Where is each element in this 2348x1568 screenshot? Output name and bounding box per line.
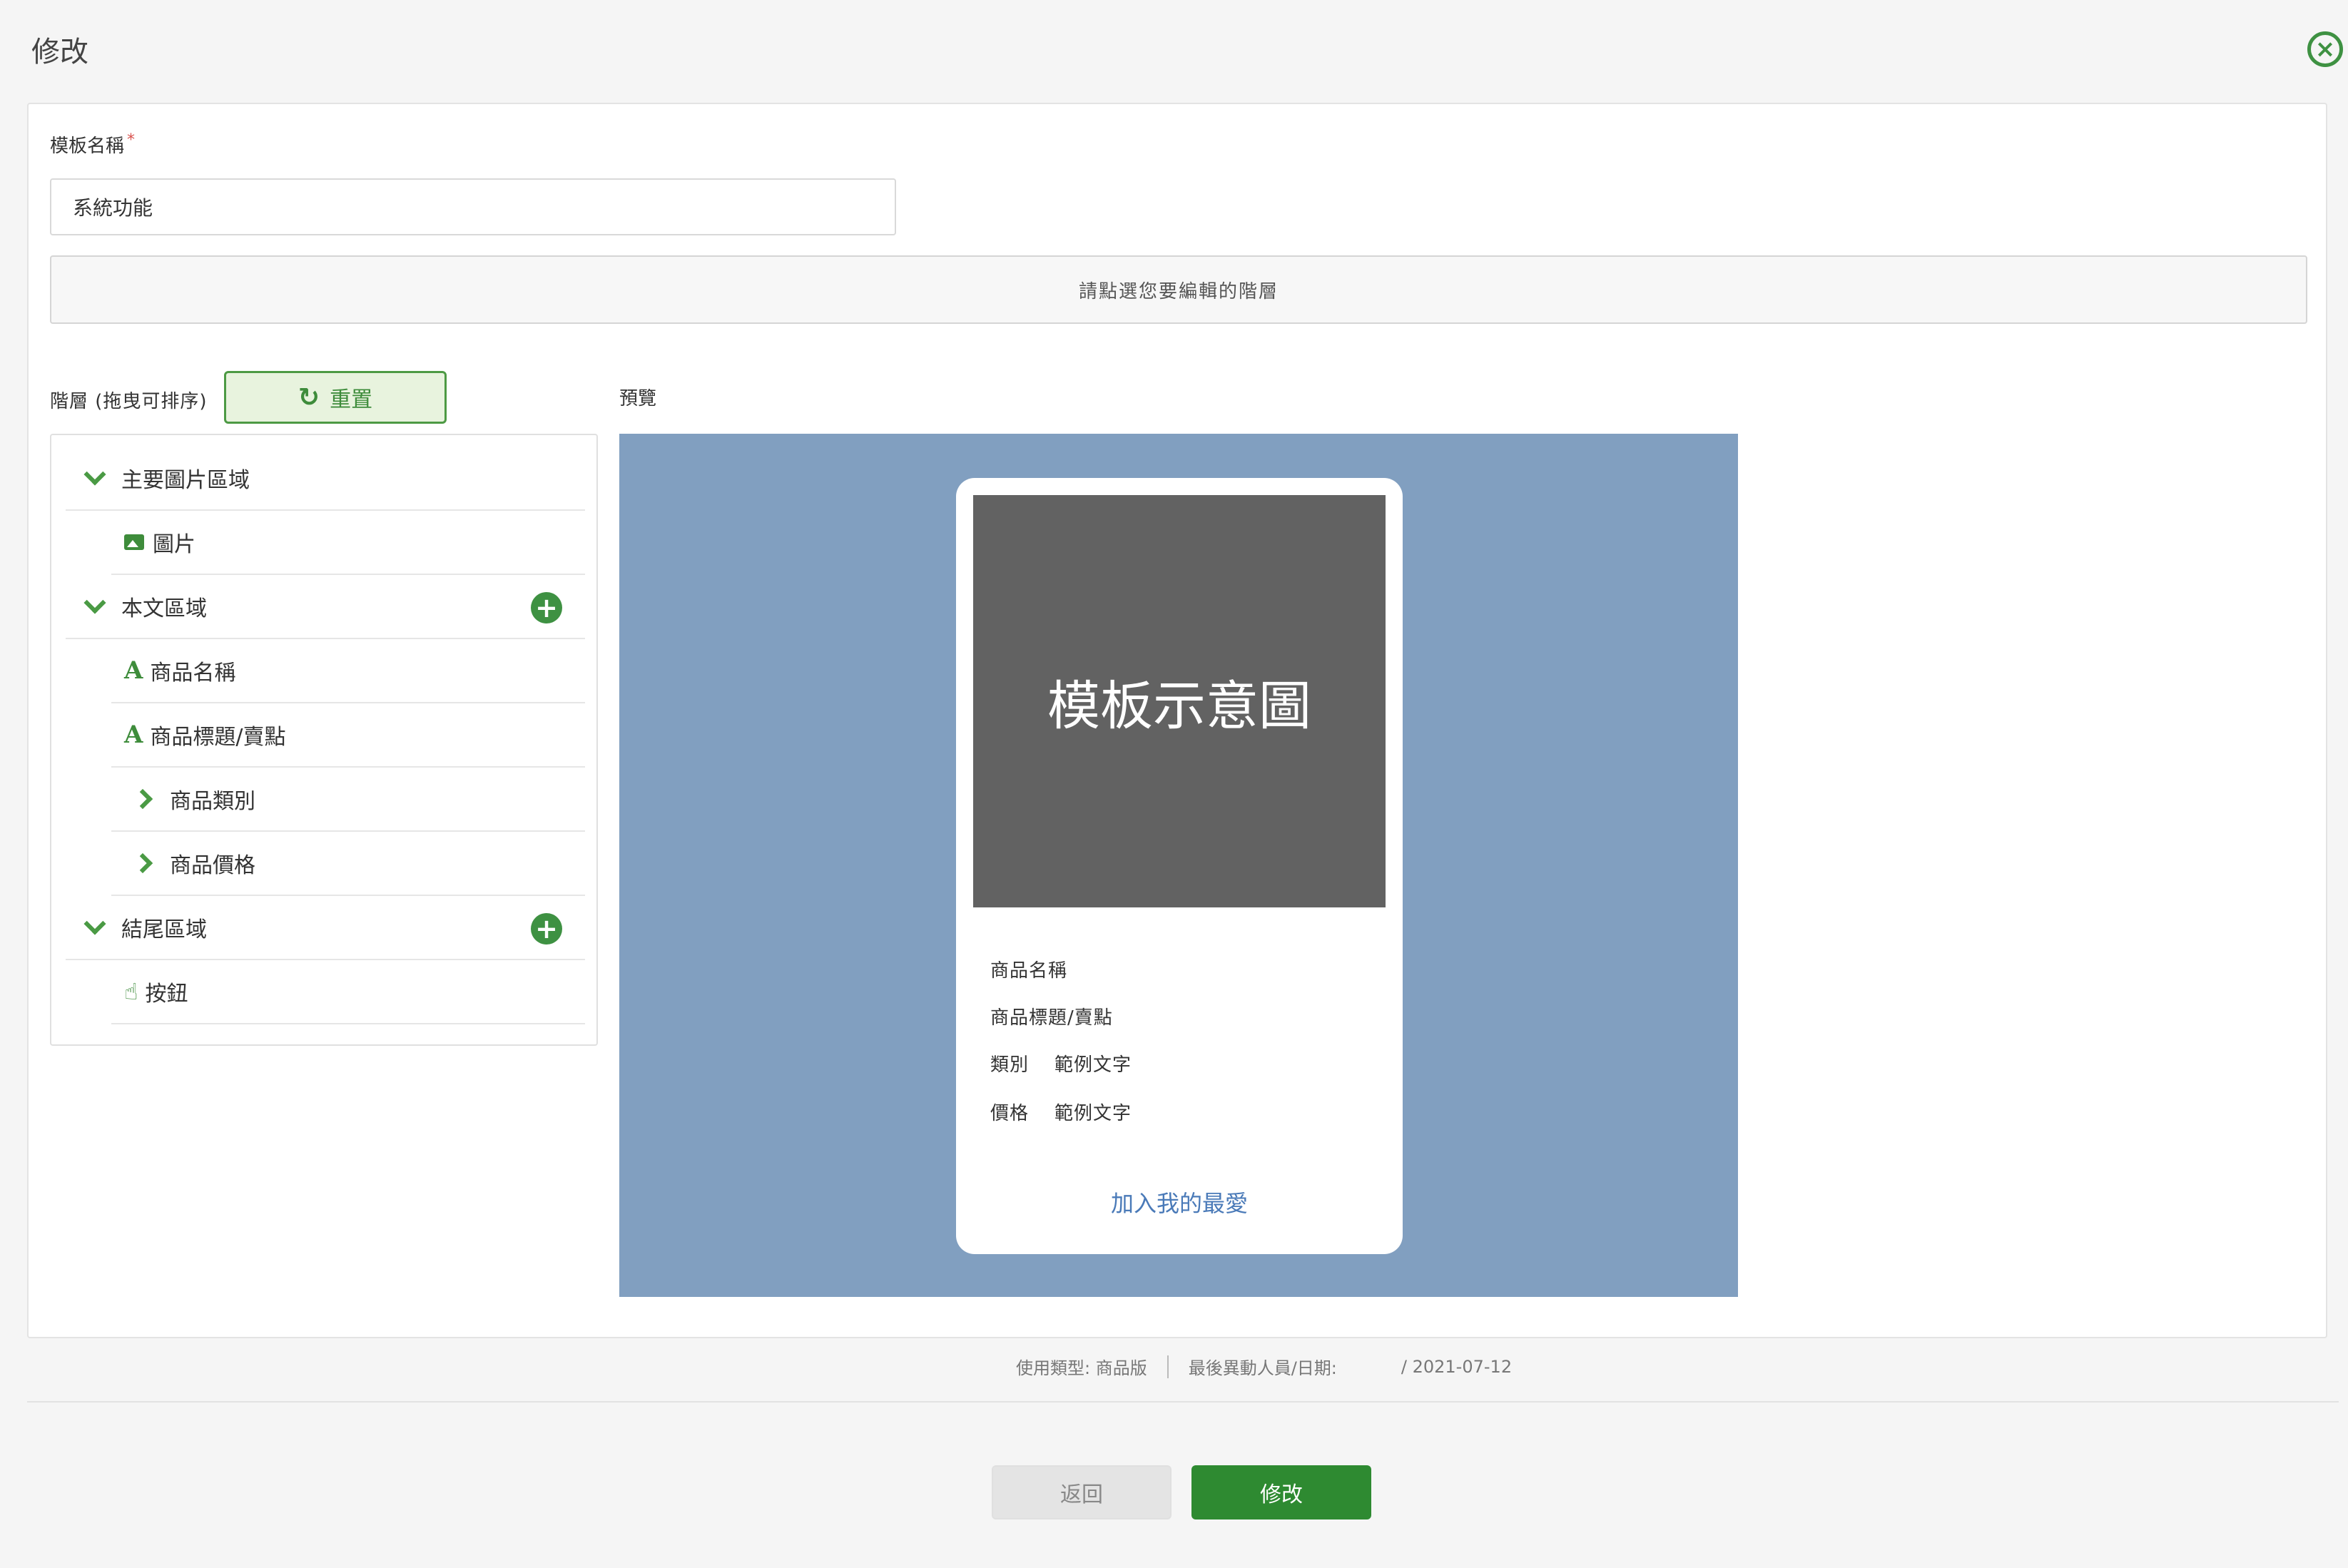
refresh-icon: ↻ (298, 382, 320, 412)
preview-area: 模板示意圖 商品名稱 商品標題/賣點 類別 範例文字 價格 範例文字 加入我的最愛 (619, 434, 1738, 1297)
add-icon[interactable]: + (531, 913, 562, 945)
add-to-favorites-link[interactable]: 加入我的最愛 (956, 1186, 1403, 1218)
tree-item-product-name[interactable]: A 商品名稱 (111, 639, 585, 703)
preview-product-name: 商品名稱 (990, 960, 1068, 982)
template-name-label: 模板名稱 * (50, 131, 136, 157)
chevron-down-icon[interactable] (83, 591, 106, 614)
last-modified-value: / 2021-07-12 (1401, 1356, 1513, 1377)
tree-item-product-category[interactable]: 商品類別 (111, 768, 585, 832)
tree-item-label: 按鈕 (145, 982, 188, 1007)
chevron-down-icon[interactable] (83, 912, 106, 935)
usage-type: 使用類型: 商品版 (1016, 1358, 1147, 1378)
tree-item-label: 商品標題/賣點 (150, 725, 286, 750)
tree-item-label: 本文區域 (121, 596, 207, 621)
submit-button[interactable]: 修改 (1191, 1465, 1371, 1519)
tree-item-label: 商品名稱 (150, 661, 236, 686)
preview-price: 價格 範例文字 (990, 1103, 1132, 1124)
tree-item-product-title[interactable]: A 商品標題/賣點 (111, 703, 585, 768)
tree-item-button[interactable]: ☝ 按鈕 (111, 960, 585, 1024)
tree-item-label: 結尾區域 (121, 917, 207, 942)
tree-item-label: 商品類別 (170, 789, 255, 814)
tree-item-label: 商品價格 (170, 853, 255, 878)
required-mark: * (127, 131, 136, 149)
hand-pointer-icon: ☝ (124, 978, 138, 1005)
edit-card: 模板名稱* 請點選您要編輯的階層 階層 (拖曳可排序) ↻ 重置 主要圖片區域 … (27, 103, 2327, 1338)
preview-product-title: 商品標題/賣點 (990, 1007, 1113, 1029)
add-icon[interactable]: + (531, 592, 562, 623)
layer-hint-bar: 請點選您要編輯的階層 (50, 255, 2307, 324)
modal-title: 修改 (31, 36, 88, 68)
reset-button[interactable]: ↻ 重置 (224, 371, 447, 424)
last-modified-label: 最後異動人員/日期: (1188, 1358, 1337, 1378)
meta-separator (1167, 1355, 1169, 1378)
text-icon: A (124, 721, 143, 749)
edit-template-page: 修改 × 模板名稱* 請點選您要編輯的階層 階層 (拖曳可排序) ↻ 重置 主要… (0, 0, 2348, 1568)
preview-label: 預覽 (619, 388, 657, 409)
tree-item-footer-area[interactable]: 結尾區域 + (66, 896, 585, 960)
tree-item-product-price[interactable]: 商品價格 (111, 832, 585, 896)
image-icon (124, 534, 144, 550)
footer-divider (27, 1401, 2339, 1402)
preview-category: 類別 範例文字 (990, 1054, 1132, 1076)
chevron-right-icon[interactable] (132, 788, 153, 810)
preview-card: 模板示意圖 商品名稱 商品標題/賣點 類別 範例文字 價格 範例文字 加入我的最愛 (956, 478, 1403, 1254)
layer-tree: 主要圖片區域 圖片 本文區域 + A 商品名稱 A 商品標題/賣點 商品類別 商… (50, 434, 598, 1046)
tree-item-main-image-area[interactable]: 主要圖片區域 (66, 447, 585, 511)
layer-label: 階層 (拖曳可排序) (50, 391, 208, 412)
chevron-down-icon[interactable] (83, 463, 106, 486)
template-name-input[interactable] (50, 178, 896, 235)
close-icon[interactable]: × (2307, 31, 2343, 67)
tree-item-image[interactable]: 圖片 (111, 511, 585, 575)
reset-button-label: 重置 (330, 387, 373, 412)
meta-info: 使用類型: 商品版 最後異動人員/日期: / 2021-07-12 (1016, 1354, 1512, 1379)
text-icon: A (124, 656, 143, 685)
preview-image-placeholder: 模板示意圖 (973, 495, 1386, 907)
tree-item-label: 圖片 (153, 532, 195, 557)
back-button[interactable]: 返回 (992, 1465, 1172, 1519)
tree-item-label: 主要圖片區域 (121, 468, 250, 493)
tree-item-body-area[interactable]: 本文區域 + (66, 575, 585, 639)
chevron-right-icon[interactable] (132, 852, 153, 874)
